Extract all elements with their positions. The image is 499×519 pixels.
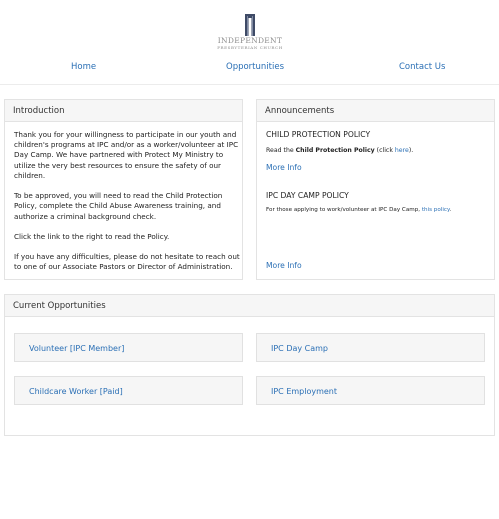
child-protection-text-start: Read the [266, 147, 296, 154]
day-camp-more-info-link[interactable]: More Info [266, 261, 302, 270]
introduction-heading: Introduction [5, 100, 242, 122]
child-protection-policy-name: Child Protection Policy [295, 147, 375, 154]
day-camp-title: IPC DAY CAMP POLICY [266, 191, 349, 200]
child-protection-more-info-link[interactable]: More Info [266, 163, 302, 172]
opportunity-link-volunteer[interactable]: Volunteer [IPC Member] [29, 344, 124, 353]
nav-contact-link[interactable]: Contact Us [399, 62, 445, 72]
introduction-panel: Introduction Thank you for your willingn… [4, 99, 243, 280]
opportunity-card-volunteer[interactable]: Volunteer [IPC Member] [14, 333, 243, 362]
day-camp-text-end: . [449, 207, 452, 213]
introduction-body: Thank you for your willingness to partic… [14, 130, 242, 283]
intro-paragraph-4: If you have any difficulties, please do … [14, 252, 240, 272]
child-protection-text: Read the Child Protection Policy (click … [266, 147, 413, 154]
church-logo[interactable]: INDEPENDENT PRESBYTERIAN CHURCH [214, 14, 286, 50]
intro-paragraph-2: To be approved, you will need to read th… [14, 191, 223, 221]
opportunity-card-day-camp[interactable]: IPC Day Camp [256, 333, 485, 362]
logo-name: INDEPENDENT [217, 36, 283, 45]
announcements-heading: Announcements [257, 100, 494, 122]
logo-subtitle: PRESBYTERIAN CHURCH [217, 45, 283, 50]
opportunity-card-childcare[interactable]: Childcare Worker [Paid] [14, 376, 243, 405]
child-protection-title: CHILD PROTECTION POLICY [266, 130, 371, 139]
day-camp-text: For those applying to work/volunteer at … [266, 207, 451, 213]
opportunity-card-employment[interactable]: IPC Employment [256, 376, 485, 405]
church-tower-icon [245, 14, 255, 36]
child-protection-text-mid: (click [374, 147, 395, 154]
current-opportunities-heading: Current Opportunities [5, 295, 494, 317]
day-camp-policy-link[interactable]: this policy [422, 207, 450, 213]
opportunity-link-employment[interactable]: IPC Employment [271, 387, 337, 396]
child-protection-here-link[interactable]: here [395, 147, 409, 154]
day-camp-more: More Info [266, 261, 302, 270]
opportunity-link-childcare[interactable]: Childcare Worker [Paid] [29, 387, 123, 396]
site-header: INDEPENDENT PRESBYTERIAN CHURCH Home Opp… [0, 0, 499, 85]
nav-home-link[interactable]: Home [71, 62, 96, 72]
intro-paragraph-1: Thank you for your willingness to partic… [14, 130, 239, 180]
intro-paragraph-3: Click the link to the right to read the … [14, 231, 170, 241]
child-protection-more: More Info [266, 163, 302, 172]
day-camp-text-start: For those applying to work/volunteer at … [266, 207, 422, 213]
opportunity-link-day-camp[interactable]: IPC Day Camp [271, 344, 328, 353]
nav-opportunities-link[interactable]: Opportunities [226, 62, 284, 72]
announcements-panel: Announcements CHILD PROTECTION POLICY Re… [256, 99, 495, 280]
child-protection-text-end: ). [408, 147, 414, 154]
current-opportunities-panel: Current Opportunities Volunteer [IPC Mem… [4, 294, 495, 436]
